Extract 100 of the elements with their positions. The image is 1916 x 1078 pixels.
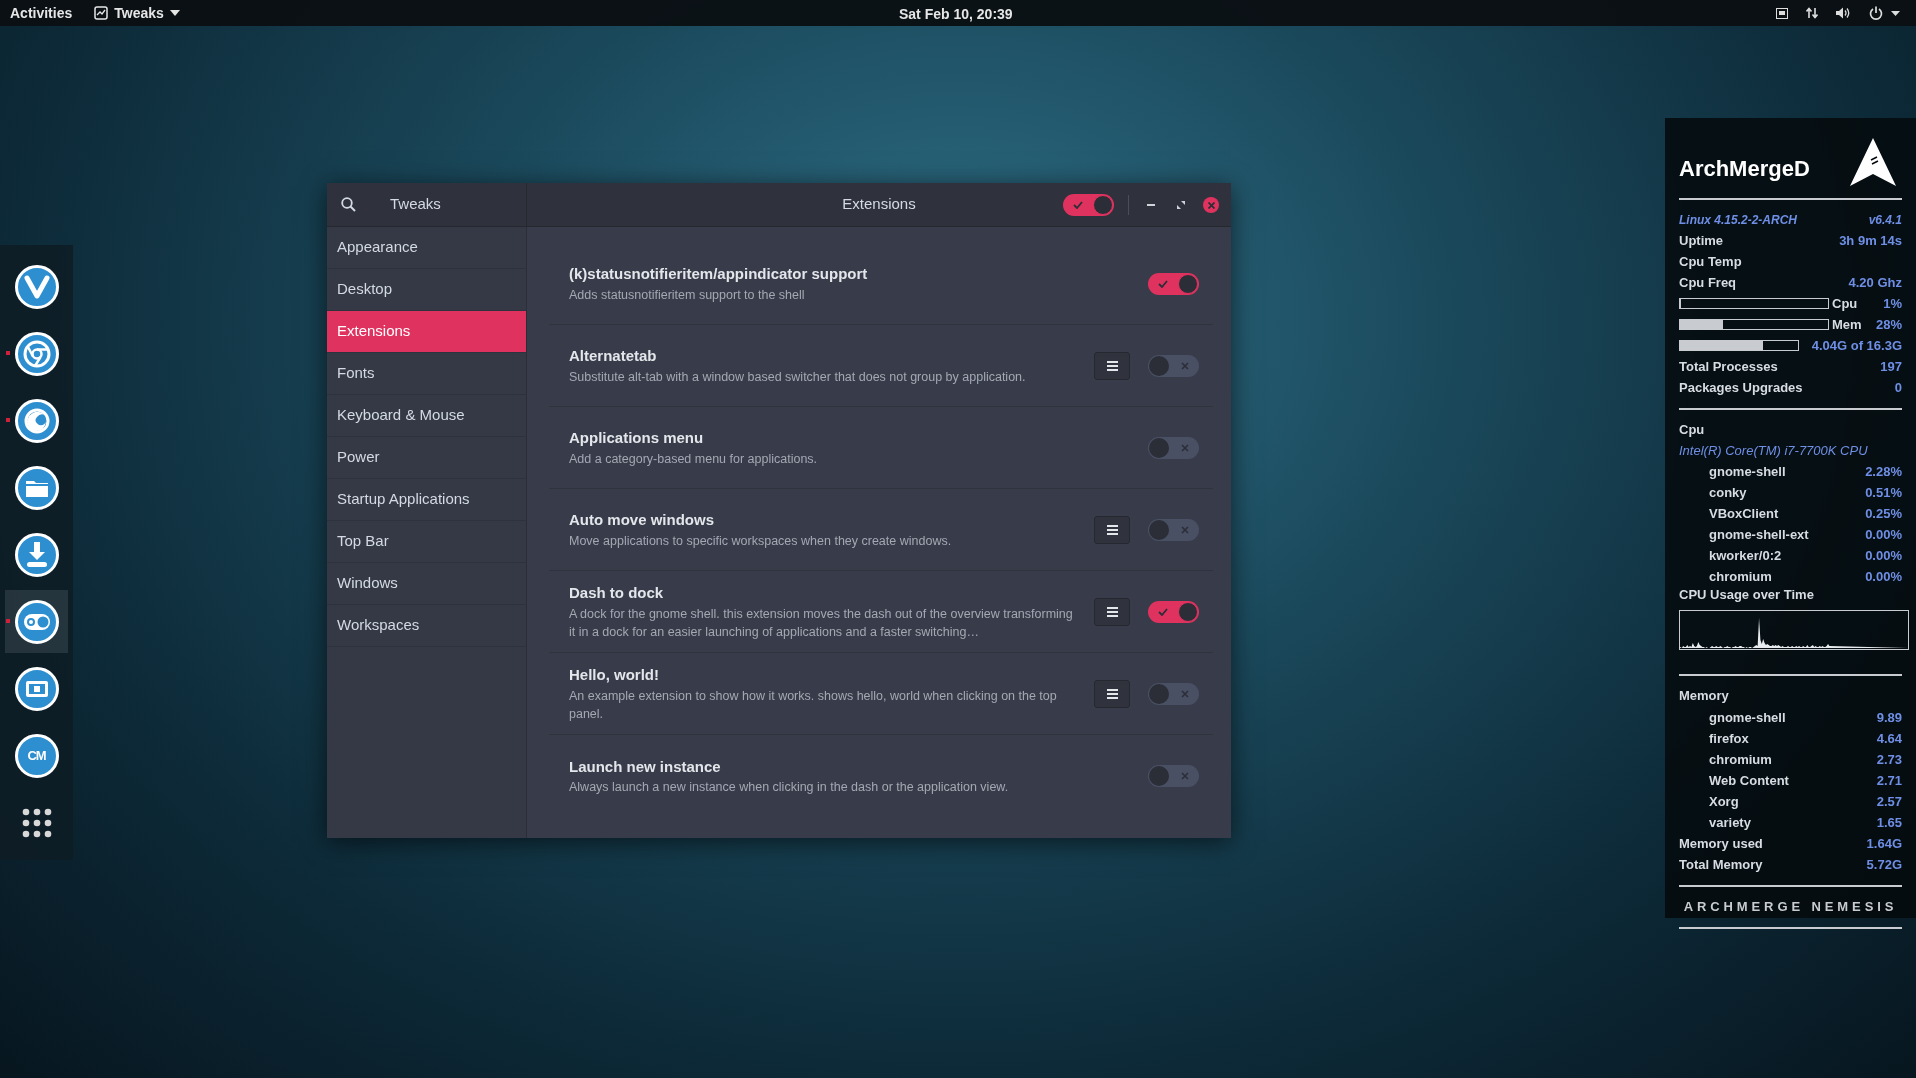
close-icon <box>1207 201 1215 209</box>
activities-button[interactable]: Activities <box>10 2 73 24</box>
version-text: v6.4.1 <box>1868 212 1902 229</box>
extension-description: Substitute alt-tab with a window based switcher that does not group by application. <box>569 368 1027 386</box>
process-value: 0.51% <box>1865 483 1902 502</box>
toggle-switch[interactable] <box>1148 436 1199 459</box>
stat-label: Cpu Freq <box>1679 273 1737 292</box>
meter-value: 1% <box>1883 294 1902 313</box>
stat-label: Total Processes <box>1679 357 1778 376</box>
process-value: 4.64 <box>1876 729 1902 748</box>
extension-title: Alternatetab <box>569 346 658 367</box>
fox-icon[interactable] <box>14 398 59 443</box>
cross-icon <box>1181 772 1189 780</box>
process-value: 2.57 <box>1876 792 1902 811</box>
toggle-switch[interactable] <box>1063 194 1114 216</box>
process-name: gnome-shell <box>1708 708 1786 727</box>
process-value: 2.71 <box>1876 771 1902 790</box>
sidebar-item[interactable]: Extensions <box>327 311 526 353</box>
toggle-switch[interactable] <box>1148 272 1199 295</box>
stat-label: Total Memory <box>1679 855 1763 874</box>
toggle-switch[interactable] <box>1148 354 1199 377</box>
toggle-switch[interactable] <box>1148 600 1199 623</box>
cross-icon <box>1181 361 1189 370</box>
extension-description: An example extension to show how it works. shows hello, world when clicking on the top panel. <box>569 687 1058 723</box>
screen-icon[interactable] <box>1776 7 1788 19</box>
sidebar-title: Tweaks <box>390 194 441 215</box>
dock-item[interactable] <box>5 590 68 653</box>
section-heading: Memory <box>1679 687 1730 705</box>
settings-button[interactable] <box>1094 351 1130 380</box>
process-name: chromium <box>1708 567 1772 586</box>
toggle-icon[interactable] <box>14 599 59 644</box>
sidebar-item[interactable]: Workspaces <box>327 605 526 647</box>
process-name: gnome-shell <box>1708 462 1786 481</box>
settings-button[interactable] <box>1094 515 1130 544</box>
caret-icon <box>169 10 180 16</box>
process-name: gnome-shell-ext <box>1708 525 1809 544</box>
stat-label: Packages Upgrades <box>1679 378 1803 397</box>
stat-value: 1.64G <box>1866 834 1902 853</box>
search-icon[interactable] <box>341 197 356 212</box>
sidebar-item[interactable]: Appearance <box>327 227 526 269</box>
list-icon <box>1106 606 1118 617</box>
cross-icon <box>1181 689 1189 698</box>
process-name: kworker/0:2 <box>1708 546 1782 565</box>
close-button[interactable] <box>1203 197 1219 213</box>
stat-value: 0 <box>1894 378 1902 397</box>
cross-icon <box>1181 525 1189 534</box>
toggle-switch[interactable] <box>1148 765 1199 787</box>
sidebar-item[interactable]: Top Bar <box>327 521 526 563</box>
extension-description: Add a category-based menu for applications. <box>569 450 819 468</box>
process-value: 2.28% <box>1865 462 1902 481</box>
process-name: conky <box>1708 483 1747 502</box>
folder-icon[interactable] <box>14 465 59 510</box>
toggle-switch[interactable] <box>1148 682 1199 705</box>
process-value: 0.00% <box>1865 525 1902 544</box>
download-icon[interactable] <box>14 532 59 577</box>
dock-item[interactable]: CM <box>5 724 68 787</box>
process-name: Xorg <box>1708 792 1739 811</box>
kernel-text: Linux 4.15.2-2-ARCH <box>1679 212 1798 229</box>
launcher-button[interactable]: CM <box>14 733 59 778</box>
process-name: VBoxClient <box>1708 504 1779 523</box>
meter-value: 28% <box>1875 315 1902 334</box>
extension-title: Launch new instance <box>569 756 722 777</box>
sidebar-item[interactable]: Keyboard & Mouse <box>327 395 526 437</box>
process-value: 0.00% <box>1865 567 1902 586</box>
process-value: 9.89 <box>1876 708 1902 727</box>
sidebar-item[interactable]: Windows <box>327 563 526 605</box>
check-icon <box>1158 279 1168 288</box>
power-icon[interactable] <box>1869 6 1883 20</box>
app-grid-icon[interactable] <box>21 807 52 838</box>
extension-description: Always launch a new instance when clicking in the dash or the application view. <box>569 779 1010 797</box>
sidebar-item[interactable]: Fonts <box>327 353 526 395</box>
process-name: firefox <box>1708 729 1749 748</box>
settings-button[interactable] <box>1094 679 1130 708</box>
extension-title: Dash to dock <box>569 583 665 604</box>
browser-icon[interactable] <box>14 331 59 376</box>
toggle-switch[interactable] <box>1148 518 1199 541</box>
caret-icon[interactable] <box>1891 10 1900 16</box>
v-logo-icon[interactable] <box>14 264 59 309</box>
app-icon <box>94 6 109 20</box>
graph-title: CPU Usage over Time <box>1679 586 1815 604</box>
extension-description: Move applications to specific workspaces when they create windows. <box>569 532 953 550</box>
process-value: 1.65 <box>1876 813 1902 832</box>
network-icon[interactable] <box>1806 7 1818 19</box>
app-menu-button[interactable]: Tweaks <box>94 2 180 24</box>
settings-button[interactable] <box>1094 597 1130 626</box>
meter-label: Mem <box>1832 315 1862 334</box>
window-title: Extensions <box>842 194 916 215</box>
process-value: 2.73 <box>1876 750 1902 769</box>
stat-label: Uptime <box>1679 231 1724 250</box>
volume-icon[interactable] <box>1836 7 1851 19</box>
clock-text[interactable]: Sat Feb 10, 20:39 <box>899 4 1013 25</box>
extension-title: Auto move windows <box>569 510 715 531</box>
extension-description: Adds statusnotifieritem support to the shell <box>569 286 806 304</box>
process-value: 0.25% <box>1865 504 1902 523</box>
stat-label: Memory used <box>1679 834 1763 853</box>
process-value: 0.00% <box>1865 546 1902 565</box>
stat-label: Cpu Temp <box>1679 252 1742 271</box>
sidebar-item[interactable]: Power <box>327 437 526 479</box>
sidebar-item[interactable]: Startup Applications <box>327 479 526 521</box>
list-icon <box>1106 688 1118 699</box>
